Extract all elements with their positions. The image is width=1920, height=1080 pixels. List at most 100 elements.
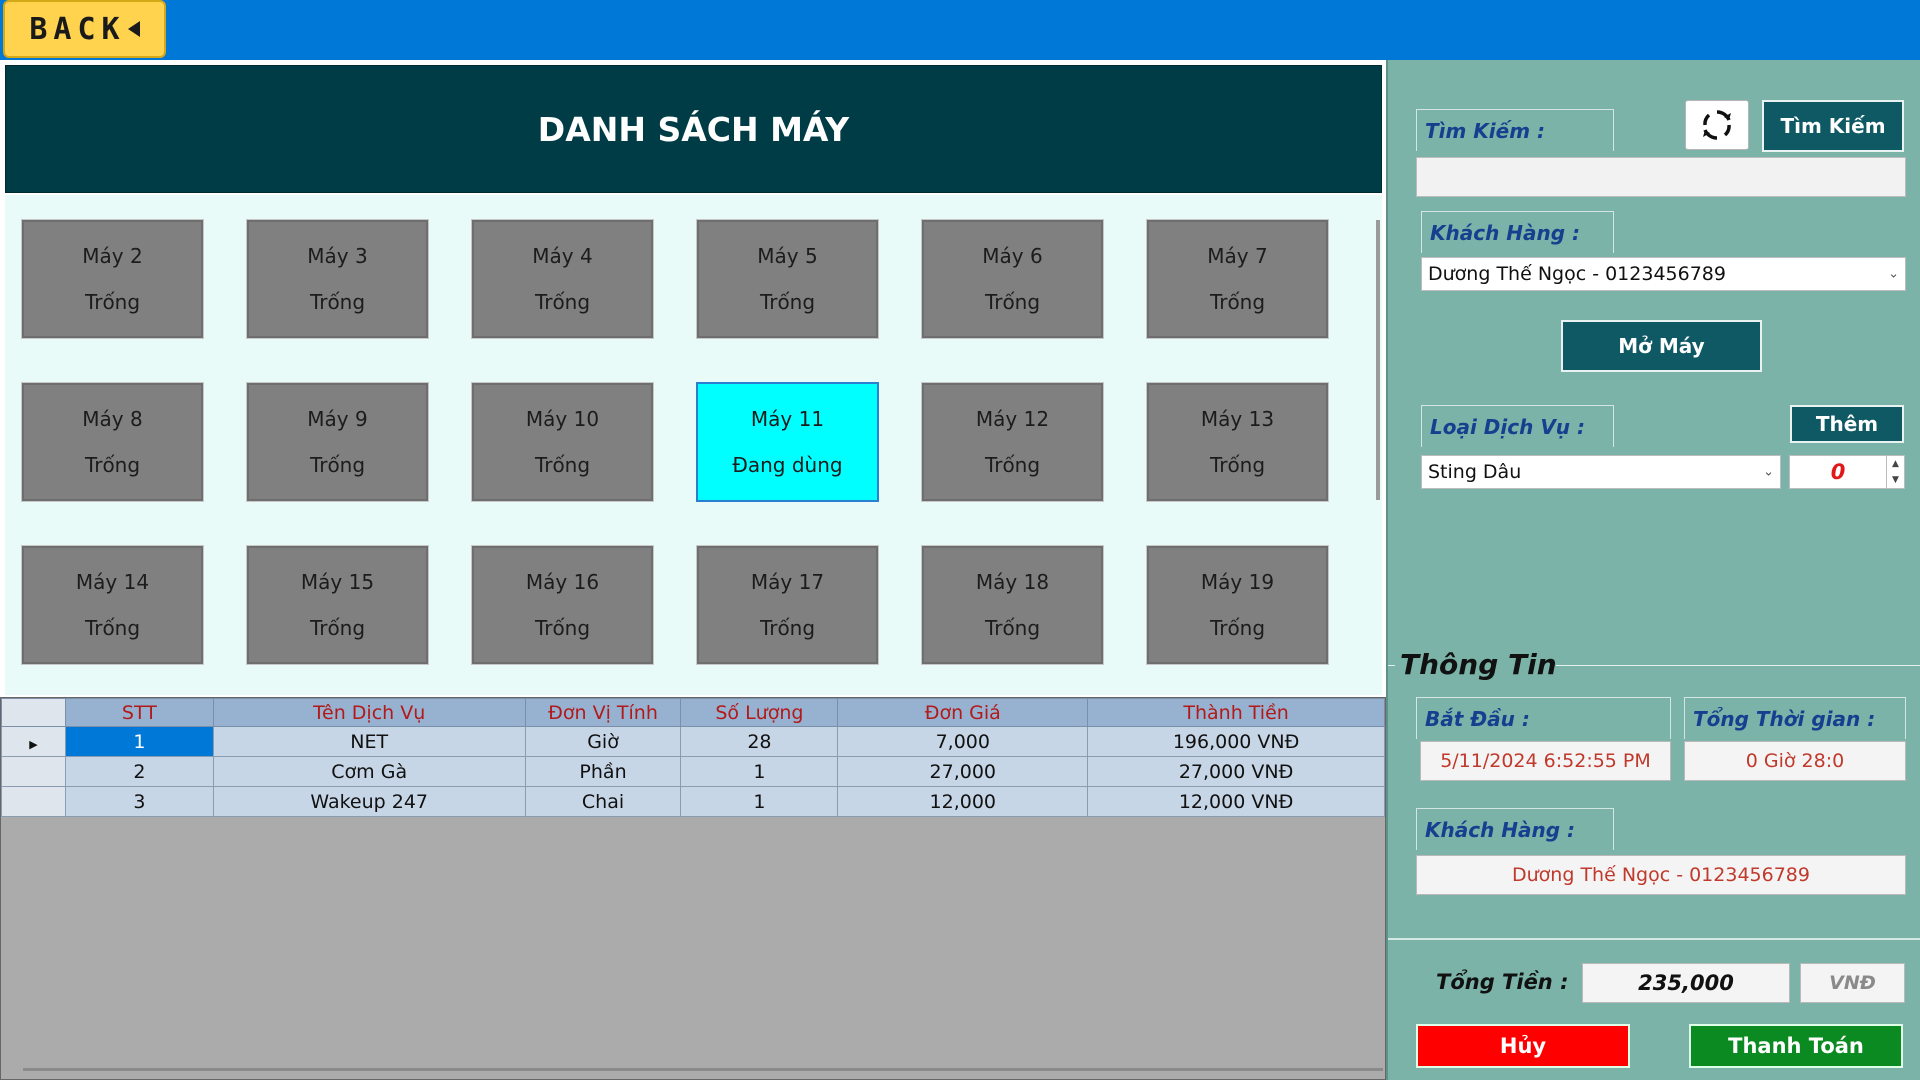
machine-tile[interactable]: Máy 6 Trống bbox=[921, 219, 1104, 339]
table-cell[interactable]: 196,000 VNĐ bbox=[1087, 726, 1385, 757]
table-cell[interactable]: 2 bbox=[64, 756, 214, 787]
up-arrow-icon[interactable]: ▲ bbox=[1892, 459, 1899, 469]
machine-name: Máy 11 bbox=[750, 407, 825, 431]
stepper-arrows[interactable]: ▲ ▼ bbox=[1886, 456, 1904, 488]
table-cell[interactable]: Wakeup 247 bbox=[212, 786, 526, 817]
machine-tile[interactable]: Máy 3 Trống bbox=[246, 219, 429, 339]
machine-name: Máy 15 bbox=[300, 570, 375, 594]
table-cell[interactable]: 28 bbox=[680, 726, 839, 757]
col-stt[interactable]: STT bbox=[64, 698, 214, 727]
table-row[interactable]: ▶ 1 NET Giờ 28 7,000 196,000 VNĐ bbox=[1, 726, 1385, 757]
back-label: BACK bbox=[29, 11, 126, 47]
machine-name: Máy 10 bbox=[525, 407, 600, 431]
row-selector[interactable] bbox=[1, 756, 66, 787]
table-cell[interactable]: 7,000 bbox=[837, 726, 1089, 757]
service-select-value: Sting Dâu bbox=[1428, 461, 1522, 483]
table-cell[interactable]: 12,000 VNĐ bbox=[1087, 786, 1385, 817]
table-horizontal-scrollbar[interactable] bbox=[23, 1068, 1383, 1071]
page-title: DANH SÁCH MÁY bbox=[5, 65, 1382, 193]
machine-tile[interactable]: Máy 14 Trống bbox=[21, 545, 204, 665]
table-cell[interactable]: 27,000 VNĐ bbox=[1087, 756, 1385, 787]
duration-label: Tổng Thời gian : bbox=[1684, 697, 1906, 739]
add-service-button[interactable]: Thêm bbox=[1790, 405, 1904, 443]
table-cell[interactable]: Giờ bbox=[524, 726, 682, 757]
machine-tile[interactable]: Máy 9 Trống bbox=[246, 382, 429, 502]
table-cell[interactable]: 1 bbox=[680, 756, 839, 787]
table-cell[interactable]: 1 bbox=[680, 786, 839, 817]
machine-status: Trống bbox=[984, 616, 1041, 640]
machine-name: Máy 13 bbox=[1200, 407, 1275, 431]
table-row[interactable]: 3 Wakeup 247 Chai 1 12,000 12,000 VNĐ bbox=[1, 786, 1385, 817]
machine-status: Trống bbox=[759, 616, 816, 640]
col-service-name[interactable]: Tên Dịch Vụ bbox=[212, 698, 526, 727]
machine-grid-scrollbar[interactable] bbox=[1376, 220, 1380, 500]
currency-label: VNĐ bbox=[1800, 963, 1905, 1003]
table-cell[interactable]: Phần bbox=[524, 756, 682, 787]
table-cell[interactable]: Cơm Gà bbox=[212, 756, 526, 787]
machine-name: Máy 4 bbox=[532, 244, 593, 268]
machine-tile[interactable]: Máy 4 Trống bbox=[471, 219, 654, 339]
machine-tile[interactable]: Máy 12 Trống bbox=[921, 382, 1104, 502]
refresh-button[interactable] bbox=[1685, 100, 1749, 150]
open-machine-button[interactable]: Mở Máy bbox=[1561, 320, 1762, 372]
machine-status: Trống bbox=[84, 453, 141, 477]
machine-name: Máy 5 bbox=[757, 244, 818, 268]
cancel-button[interactable]: Hủy bbox=[1416, 1024, 1630, 1068]
back-button[interactable]: BACK bbox=[3, 0, 166, 58]
service-type-label: Loại Dịch Vụ : bbox=[1421, 405, 1614, 447]
search-input[interactable] bbox=[1416, 157, 1906, 197]
table-cell[interactable]: 1 bbox=[64, 726, 214, 757]
col-total[interactable]: Thành Tiền bbox=[1087, 698, 1385, 727]
customer-select[interactable]: Dương Thế Ngọc - 0123456789 ⌄ bbox=[1421, 257, 1906, 291]
table-cell[interactable]: 3 bbox=[64, 786, 214, 817]
chevron-down-icon: ⌄ bbox=[1763, 464, 1774, 480]
machine-status: Trống bbox=[534, 453, 591, 477]
machine-name: Máy 9 bbox=[307, 407, 368, 431]
machine-tile[interactable]: Máy 18 Trống bbox=[921, 545, 1104, 665]
machine-tile[interactable]: Máy 16 Trống bbox=[471, 545, 654, 665]
machine-name: Máy 6 bbox=[982, 244, 1043, 268]
service-select[interactable]: Sting Dâu ⌄ bbox=[1421, 455, 1781, 489]
table-row[interactable]: 2 Cơm Gà Phần 1 27,000 27,000 VNĐ bbox=[1, 756, 1385, 787]
machine-tile[interactable]: Máy 7 Trống bbox=[1146, 219, 1329, 339]
machine-name: Máy 12 bbox=[975, 407, 1050, 431]
machine-status: Trống bbox=[759, 290, 816, 314]
machine-tile[interactable]: Máy 11 Đang dùng bbox=[696, 382, 879, 502]
machine-name: Máy 8 bbox=[82, 407, 143, 431]
pay-button[interactable]: Thanh Toán bbox=[1689, 1024, 1903, 1068]
top-bar: BACK bbox=[0, 0, 1920, 60]
down-arrow-icon[interactable]: ▼ bbox=[1892, 475, 1899, 485]
machine-grid: Máy 2 Trống Máy 3 Trống Máy 4 Trống Máy 5 Trống… bbox=[5, 195, 1382, 695]
machine-tile[interactable]: Máy 10 Trống bbox=[471, 382, 654, 502]
col-unit-price[interactable]: Đơn Giá bbox=[837, 698, 1089, 727]
machine-tile[interactable]: Máy 15 Trống bbox=[246, 545, 429, 665]
start-time-value: 5/11/2024 6:52:55 PM bbox=[1420, 741, 1671, 781]
start-label: Bắt Đầu : bbox=[1416, 697, 1671, 739]
machine-panel: DANH SÁCH MÁY Máy 2 Trống Máy 3 Trống Máy 4 T… bbox=[0, 60, 1386, 1080]
table-cell[interactable]: Chai bbox=[524, 786, 682, 817]
machine-status: Trống bbox=[984, 453, 1041, 477]
row-selector[interactable]: ▶ bbox=[1, 726, 66, 757]
table-cell[interactable]: 12,000 bbox=[837, 786, 1089, 817]
info-frame-line bbox=[1556, 665, 1920, 666]
machine-name: Máy 2 bbox=[82, 244, 143, 268]
machine-status: Trống bbox=[534, 616, 591, 640]
machine-tile[interactable]: Máy 19 Trống bbox=[1146, 545, 1329, 665]
machine-name: Máy 18 bbox=[975, 570, 1050, 594]
machine-tile[interactable]: Máy 17 Trống bbox=[696, 545, 879, 665]
control-panel: Tìm Kiếm : Tìm Kiếm Khách Hàng : Dương T… bbox=[1386, 60, 1920, 1080]
machine-tile[interactable]: Máy 13 Trống bbox=[1146, 382, 1329, 502]
col-unit[interactable]: Đơn Vị Tính bbox=[524, 698, 682, 727]
row-selector[interactable] bbox=[1, 786, 66, 817]
quantity-stepper[interactable]: 0 ▲ ▼ bbox=[1789, 455, 1905, 489]
total-label: Tổng Tiền : bbox=[1436, 970, 1569, 994]
machine-tile[interactable]: Máy 5 Trống bbox=[696, 219, 879, 339]
search-button[interactable]: Tìm Kiếm bbox=[1762, 100, 1904, 152]
table-cell[interactable]: 27,000 bbox=[837, 756, 1089, 787]
machine-tile[interactable]: Máy 8 Trống bbox=[21, 382, 204, 502]
machine-name: Máy 3 bbox=[307, 244, 368, 268]
table-cell[interactable]: NET bbox=[212, 726, 526, 757]
machine-tile[interactable]: Máy 2 Trống bbox=[21, 219, 204, 339]
machine-status: Trống bbox=[309, 453, 366, 477]
col-quantity[interactable]: Số Lượng bbox=[680, 698, 839, 727]
